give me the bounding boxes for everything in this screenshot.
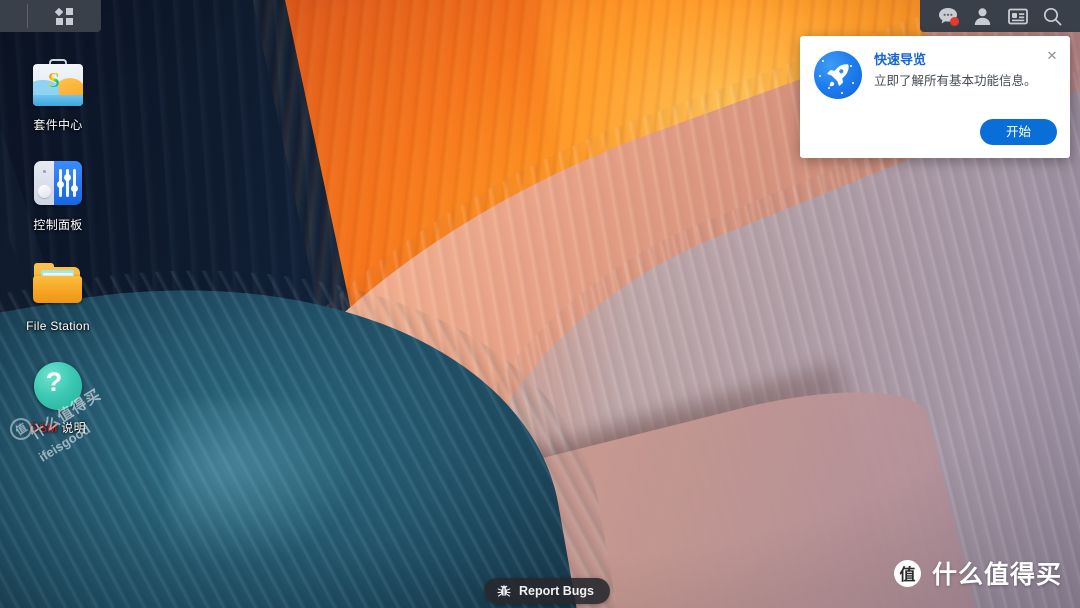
dsm-label-prefix: DSM [30,421,58,435]
desktop-icon-control-panel[interactable]: 控制面板 [6,155,110,232]
desktop-icon-label: 套件中心 [33,118,83,132]
report-bugs-label: Report Bugs [519,584,594,598]
search-button[interactable] [1039,3,1067,29]
chat-button[interactable] [934,3,962,29]
file-station-icon [30,256,86,312]
search-icon [1043,7,1062,25]
popup-title: 快速导览 [874,52,927,67]
desktop-icon-package-center[interactable]: S 套件中心 [6,55,110,132]
close-icon[interactable]: ✕ [1044,48,1060,64]
chat-notification-badge [949,17,959,26]
dsm-label-suffix: 说明 [57,421,86,435]
notification-panel-icon [1007,8,1028,24]
rocket-icon [814,51,862,99]
grid-apps-icon [54,7,73,25]
user-person-icon [974,7,991,25]
quick-tour-popup: 快速导览 立即了解所有基本功能信息。 ✕ 开始 [800,36,1070,158]
notification-panel-button[interactable] [1004,3,1032,29]
package-center-icon: S [30,55,86,111]
start-tour-button[interactable]: 开始 [979,119,1057,145]
taskbar-divider [27,4,28,28]
rocket-glyph [827,64,849,87]
dsm-help-icon: ? [30,358,86,414]
user-account-button[interactable] [969,3,997,29]
taskbar-right [920,0,1080,32]
desktop-icon-label: 控制面板 [33,218,83,232]
report-bugs-button[interactable]: Report Bugs [484,578,610,604]
popup-body: 立即了解所有基本功能信息。 [874,74,1037,88]
taskbar-left [0,0,101,32]
control-panel-icon [30,155,86,211]
apps-menu-button[interactable] [50,3,78,29]
desktop-icon-label: DSM 说明 [30,421,86,435]
desktop-icon-file-station[interactable]: File Station [6,256,110,333]
desktop-icon-dsm-help[interactable]: ? DSM 说明 [6,358,110,435]
desktop-icon-label: File Station [26,319,90,333]
bug-icon [497,585,511,597]
